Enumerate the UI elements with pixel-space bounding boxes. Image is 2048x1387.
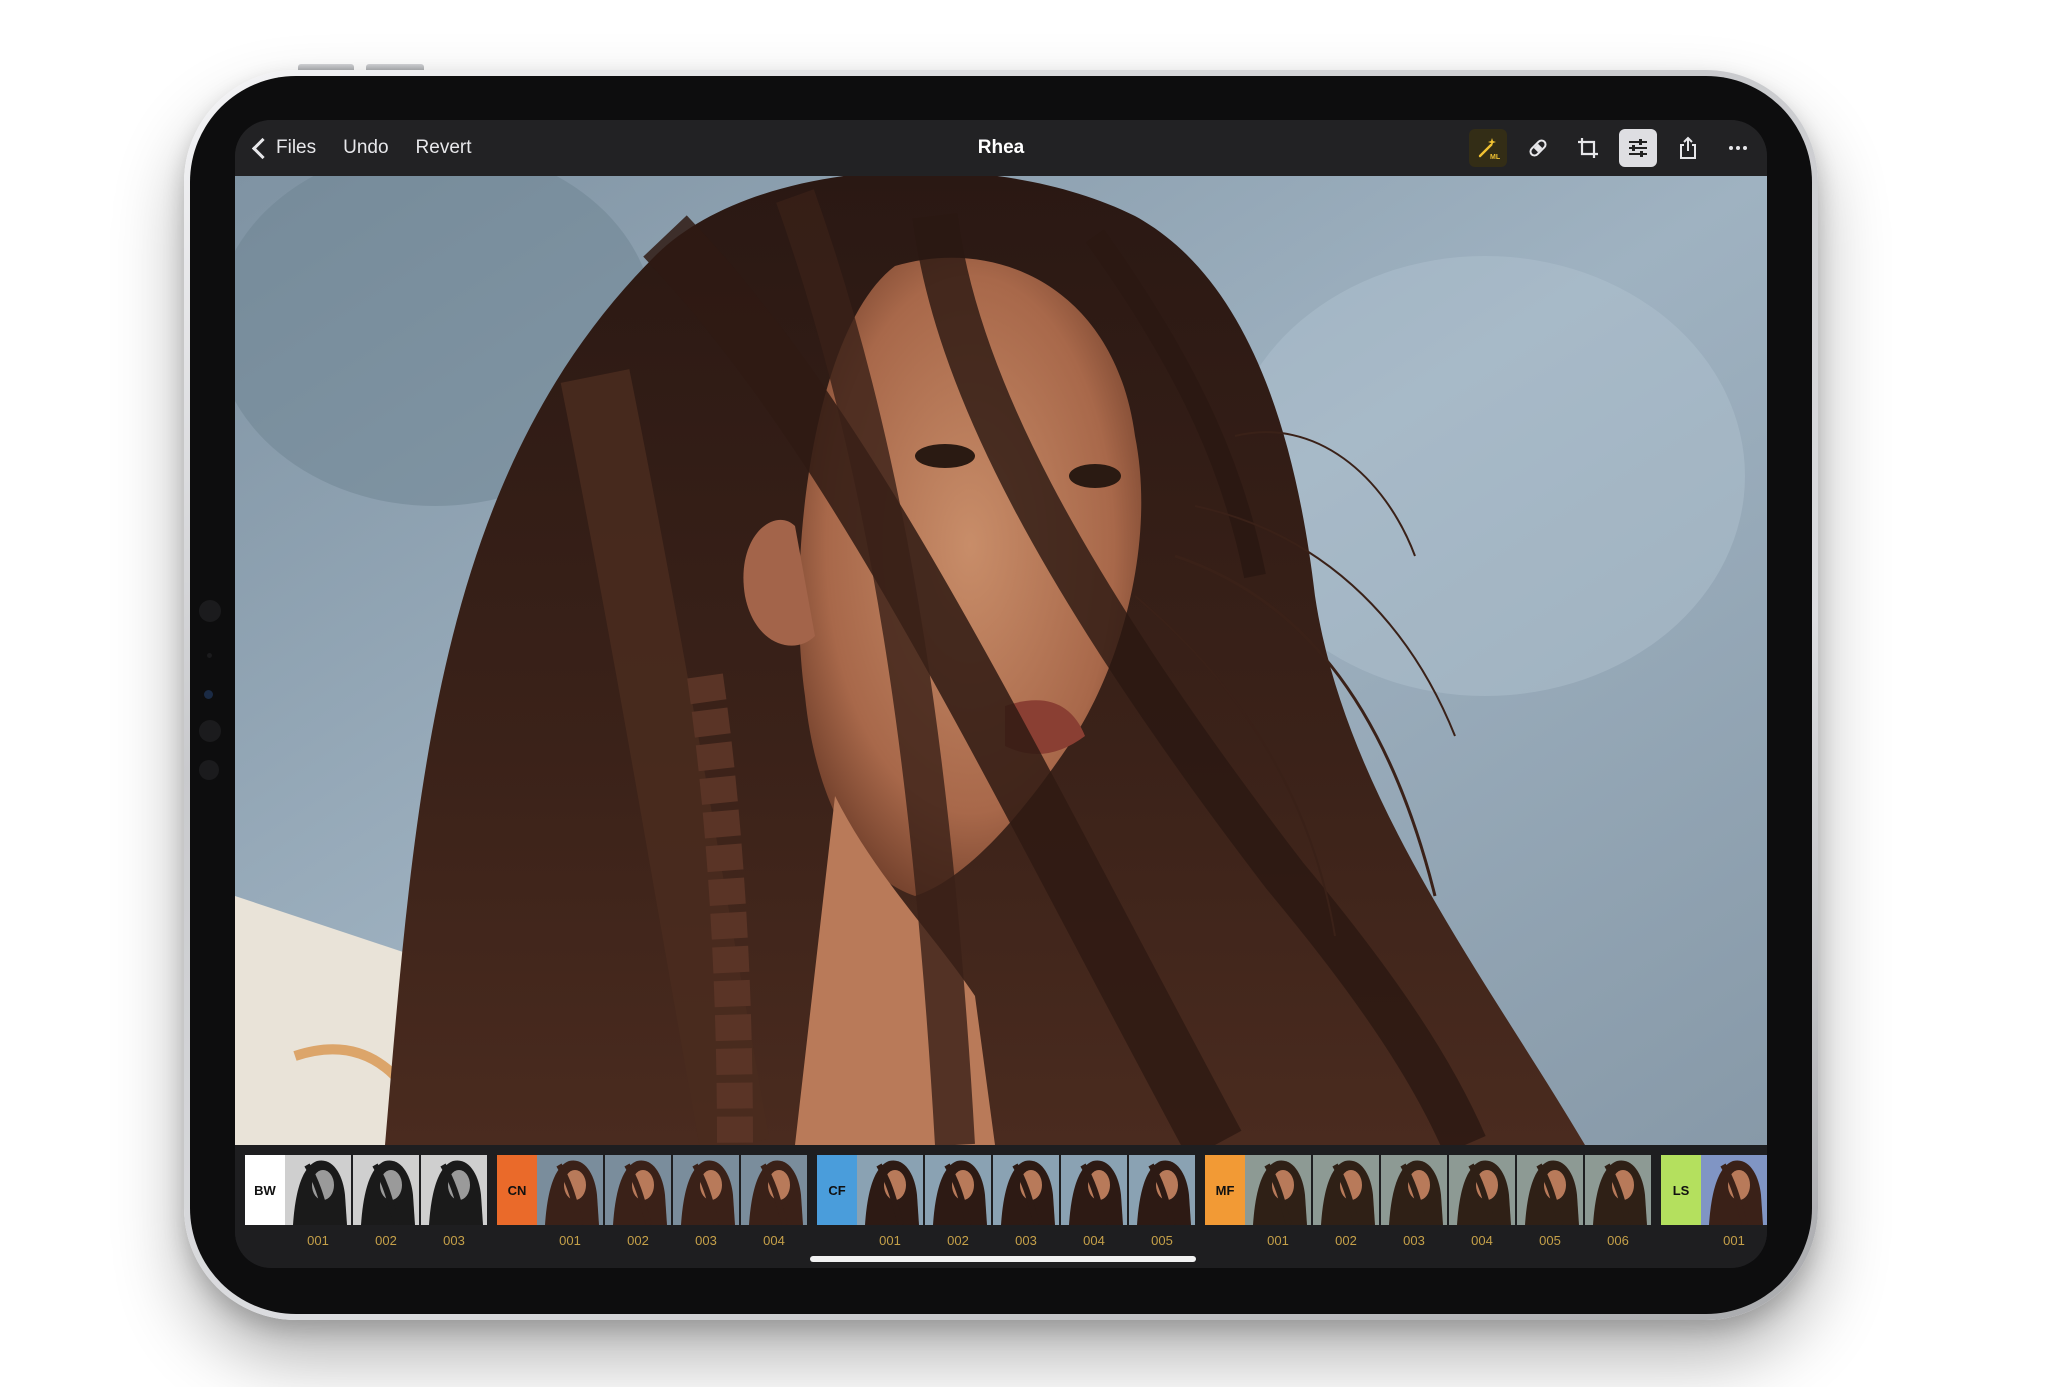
thumbnail-image: [1381, 1155, 1447, 1225]
filter-group-cf[interactable]: CF: [817, 1155, 857, 1225]
more-icon: [1729, 146, 1747, 150]
filter-thumb-cn-001[interactable]: [537, 1155, 603, 1225]
filter-thumb-label: 004: [1083, 1233, 1105, 1248]
thumbnail-image: [925, 1155, 991, 1225]
thumbnail-image: [1517, 1155, 1583, 1225]
filter-thumb-ls-001[interactable]: [1701, 1155, 1767, 1225]
back-button-label: Files: [276, 137, 317, 158]
sensor-dot: [207, 653, 212, 658]
filter-group-cn[interactable]: CN: [497, 1155, 537, 1225]
sensor-dot: [199, 760, 219, 780]
flash-icon: [204, 690, 213, 699]
filter-thumb-mf-003[interactable]: [1381, 1155, 1447, 1225]
adjust-tool-button[interactable]: [1619, 129, 1657, 167]
repair-tool-button[interactable]: [1519, 129, 1557, 167]
undo-button[interactable]: Undo: [343, 137, 388, 159]
filter-group-bw[interactable]: BW: [245, 1155, 285, 1225]
filter-thumb-label: 001: [307, 1233, 329, 1248]
share-button[interactable]: [1669, 129, 1707, 167]
thumbnail-image: [857, 1155, 923, 1225]
filter-thumb-mf-004[interactable]: [1449, 1155, 1515, 1225]
thumbnail-image: [537, 1155, 603, 1225]
filter-thumb-label: 001: [559, 1233, 581, 1248]
thumbnail-image: [1313, 1155, 1379, 1225]
filter-thumb-cf-001[interactable]: [857, 1155, 923, 1225]
filter-thumb-mf-001[interactable]: [1245, 1155, 1311, 1225]
microphone-dot: [199, 720, 221, 742]
filter-thumb-bw-003[interactable]: [421, 1155, 487, 1225]
filter-thumb-label: 001: [1267, 1233, 1289, 1248]
toolbar-right-group: ML: [1457, 129, 1757, 167]
filter-thumb-mf-005[interactable]: [1517, 1155, 1583, 1225]
filter-thumb-cf-003[interactable]: [993, 1155, 1059, 1225]
filter-thumb-label: 002: [947, 1233, 969, 1248]
ml-badge: ML: [1490, 154, 1500, 160]
thumbnail-image: [285, 1155, 351, 1225]
thumbnail-image: [741, 1155, 807, 1225]
photo-canvas[interactable]: [235, 176, 1767, 1145]
app-screen: Files Undo Revert Rhea ML BW 001 002 003…: [235, 120, 1767, 1268]
filter-thumb-label: 004: [1471, 1233, 1493, 1248]
filter-thumb-label: 002: [627, 1233, 649, 1248]
thumbnail-image: [1129, 1155, 1195, 1225]
filter-thumb-label: 006: [1607, 1233, 1629, 1248]
adjust-sliders-icon: [1629, 139, 1647, 157]
toolbar-left-group: Files Undo Revert: [249, 120, 499, 176]
thumbnail-image: [1701, 1155, 1767, 1225]
filter-thumb-cf-002[interactable]: [925, 1155, 991, 1225]
crop-icon: [1578, 138, 1598, 158]
thumbnail-image: [993, 1155, 1059, 1225]
filter-thumb-label: 003: [1403, 1233, 1425, 1248]
filter-thumb-label: 003: [695, 1233, 717, 1248]
thumbnail-image: [1245, 1155, 1311, 1225]
crop-tool-button[interactable]: [1569, 129, 1607, 167]
thumbnail-image: [1061, 1155, 1127, 1225]
thumbnail-image: [353, 1155, 419, 1225]
filter-thumb-label: 001: [879, 1233, 901, 1248]
filter-thumb-cn-003[interactable]: [673, 1155, 739, 1225]
filter-thumb-cn-002[interactable]: [605, 1155, 671, 1225]
filter-thumb-label: 004: [763, 1233, 785, 1248]
filter-list[interactable]: BW 001 002 003 CN 001 002 003 004 CF 001 002 003 004 0…: [245, 1155, 1767, 1255]
filter-thumb-bw-001[interactable]: [285, 1155, 351, 1225]
filter-thumb-cf-004[interactable]: [1061, 1155, 1127, 1225]
filter-thumb-label: 002: [1335, 1233, 1357, 1248]
back-to-files-button[interactable]: Files: [249, 137, 316, 159]
home-indicator: [810, 1256, 1196, 1262]
filter-group-ls[interactable]: LS: [1661, 1155, 1701, 1225]
chevron-left-icon: [251, 137, 274, 159]
filter-thumb-label: 005: [1539, 1233, 1561, 1248]
filter-strip: BW 001 002 003 CN 001 002 003 004 CF 001 002 003 004 0…: [235, 1145, 1767, 1268]
thumbnail-image: [1449, 1155, 1515, 1225]
more-options-button[interactable]: [1719, 129, 1757, 167]
top-toolbar: Files Undo Revert Rhea ML: [235, 120, 1767, 176]
thumbnail-image: [421, 1155, 487, 1225]
thumbnail-image: [605, 1155, 671, 1225]
filter-thumb-bw-002[interactable]: [353, 1155, 419, 1225]
thumbnail-image: [673, 1155, 739, 1225]
filter-thumb-label: 002: [375, 1233, 397, 1248]
camera-icon: [199, 600, 221, 622]
filter-thumb-label: 005: [1151, 1233, 1173, 1248]
filter-thumb-label: 003: [443, 1233, 465, 1248]
filter-thumb-mf-006[interactable]: [1585, 1155, 1651, 1225]
filter-thumb-label: 001: [1723, 1233, 1745, 1248]
magic-wand-ml-icon: ML: [1478, 138, 1500, 160]
revert-button[interactable]: Revert: [416, 137, 472, 159]
filter-thumb-label: 003: [1015, 1233, 1037, 1248]
filter-group-mf[interactable]: MF: [1205, 1155, 1245, 1225]
repair-bandage-icon: [1529, 139, 1547, 157]
filter-thumb-cn-004[interactable]: [741, 1155, 807, 1225]
filter-thumb-cf-005[interactable]: [1129, 1155, 1195, 1225]
share-icon: [1680, 136, 1696, 159]
ml-enhance-button[interactable]: ML: [1469, 129, 1507, 167]
filter-thumb-mf-002[interactable]: [1313, 1155, 1379, 1225]
portrait-photo: [235, 176, 1767, 1145]
thumbnail-image: [1585, 1155, 1651, 1225]
